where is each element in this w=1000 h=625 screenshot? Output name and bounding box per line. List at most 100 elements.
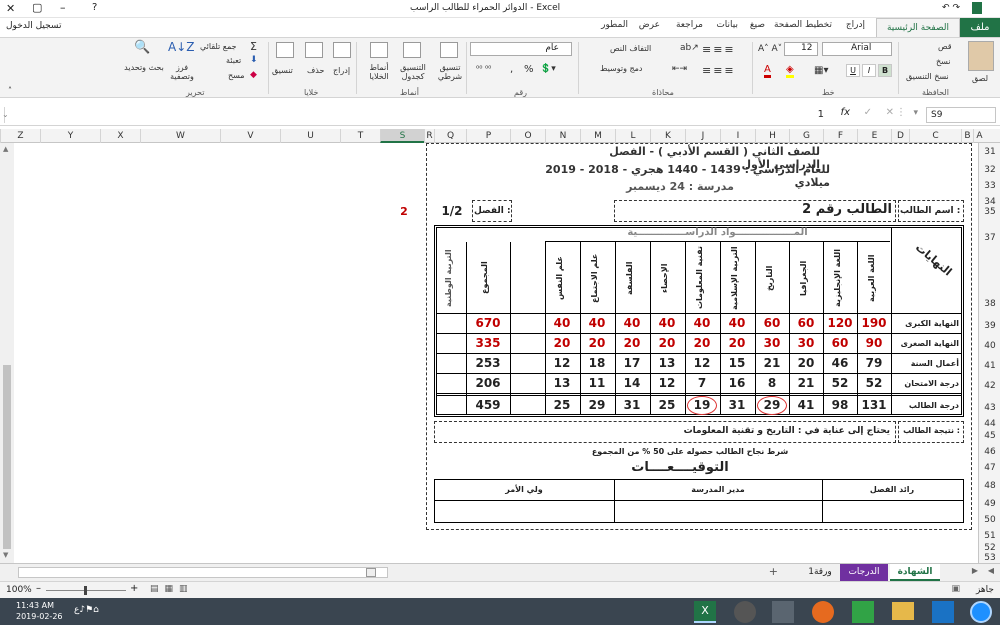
horizontal-scrollbar[interactable] xyxy=(18,567,388,578)
row-header[interactable]: 44 xyxy=(979,419,1000,429)
conditional-format-icon[interactable] xyxy=(440,42,458,58)
autosum-button[interactable]: جمع تلقائي xyxy=(200,42,237,51)
column-header[interactable]: K xyxy=(650,129,685,143)
insert-function-button[interactable]: fx xyxy=(841,107,850,118)
grade-cell[interactable]: 40 xyxy=(685,316,719,330)
sheet-tab-sheet1[interactable]: ورقة1 xyxy=(802,564,838,581)
start-icon[interactable] xyxy=(970,601,992,623)
row-header[interactable]: 53 xyxy=(979,553,1000,563)
grade-cell[interactable]: 190 xyxy=(857,316,891,330)
column-header[interactable]: H xyxy=(755,129,789,143)
store-icon[interactable] xyxy=(852,601,874,623)
grade-cell[interactable]: 21 xyxy=(789,376,823,390)
row-header[interactable]: 43 xyxy=(979,403,1000,413)
fill-button[interactable]: تعبئة xyxy=(226,56,241,65)
tab-review[interactable]: مراجعة xyxy=(676,20,703,30)
format-cells-icon[interactable] xyxy=(276,42,294,58)
grade-cell[interactable]: 98 xyxy=(823,398,857,412)
column-header[interactable]: U xyxy=(280,129,340,143)
border-icon[interactable]: ▦▾ xyxy=(814,65,828,76)
grade-cell[interactable]: 12 xyxy=(650,376,684,390)
clear-button[interactable]: مسح xyxy=(228,71,245,80)
grade-cell[interactable]: 14 xyxy=(615,376,649,390)
sheet-tab-grades[interactable]: الدرجات xyxy=(840,564,888,581)
row-header[interactable]: 45 xyxy=(979,431,1000,441)
grade-cell[interactable]: 20 xyxy=(615,336,649,350)
column-header[interactable]: W xyxy=(140,129,220,143)
currency-icon[interactable]: 💲▾ xyxy=(540,64,556,74)
cell-styles-button[interactable]: أنماط الخلايا xyxy=(360,63,398,81)
column-header[interactable]: D xyxy=(891,129,909,143)
column-header[interactable]: O xyxy=(510,129,545,143)
clear-icon[interactable]: ◆ xyxy=(250,70,257,80)
column-header[interactable]: R xyxy=(424,129,434,143)
name-box[interactable]: S9 xyxy=(926,107,996,123)
cancel-icon[interactable]: ✕ xyxy=(886,107,894,118)
grade-cell[interactable]: 20 xyxy=(789,356,823,370)
row-header[interactable]: 33 xyxy=(979,181,1000,191)
tray-icons[interactable]: ع♪⚑⌂ xyxy=(74,605,99,615)
grade-cell[interactable]: 31 xyxy=(615,398,649,412)
scroll-down-icon[interactable]: ▼ xyxy=(3,551,8,559)
tab-developer[interactable]: المطور xyxy=(601,20,628,30)
total-cell[interactable]: 206 xyxy=(466,376,510,390)
formula-input[interactable]: 1 xyxy=(4,107,828,123)
row-header[interactable]: 52 xyxy=(979,543,1000,553)
row-header[interactable]: 35 xyxy=(979,207,1000,217)
conditional-format-button[interactable]: تنسيق شرطي xyxy=(430,63,470,81)
grade-cell[interactable]: 20 xyxy=(650,336,684,350)
total-cell[interactable]: 459 xyxy=(466,398,510,412)
file-explorer-icon[interactable] xyxy=(892,602,914,620)
view-mode-icons[interactable]: ▤▦▥ xyxy=(150,584,194,594)
minimize-icon[interactable]: – xyxy=(60,1,66,14)
column-header[interactable]: X xyxy=(100,129,140,143)
ie-icon[interactable] xyxy=(932,601,954,623)
grade-cell[interactable]: 31 xyxy=(720,398,754,412)
grade-cell[interactable]: 25 xyxy=(650,398,684,412)
grade-cell[interactable]: 40 xyxy=(545,316,579,330)
format-table-icon[interactable] xyxy=(403,42,421,58)
tab-page-layout[interactable]: تخطيط الصفحة xyxy=(774,20,832,30)
row-header[interactable]: 32 xyxy=(979,165,1000,175)
insert-cells-button[interactable]: إدراج xyxy=(333,66,350,75)
grade-cell[interactable]: 7 xyxy=(685,376,719,390)
column-header[interactable]: L xyxy=(615,129,650,143)
autosum-icon[interactable]: Σ xyxy=(250,40,257,53)
wrap-text-button[interactable]: التفاف النص xyxy=(610,44,651,53)
percent-button[interactable]: % xyxy=(524,64,534,75)
grade-cell[interactable]: 13 xyxy=(545,376,579,390)
grade-cell[interactable]: 131 xyxy=(857,398,891,412)
grade-cell[interactable]: 21 xyxy=(755,356,789,370)
firefox-icon[interactable] xyxy=(812,601,834,623)
column-header[interactable]: F xyxy=(823,129,857,143)
orientation-icon[interactable]: ab↗ xyxy=(680,43,699,53)
format-table-button[interactable]: التنسيق كجدول xyxy=(393,63,433,81)
select-all-corner[interactable] xyxy=(985,129,1000,143)
grade-cell[interactable]: 17 xyxy=(615,356,649,370)
grade-cell[interactable]: 79 xyxy=(857,356,891,370)
tab-file[interactable]: ملف xyxy=(960,18,1000,37)
merge-center-button[interactable]: دمج وتوسيط xyxy=(600,64,643,73)
tab-view[interactable]: عرض xyxy=(639,20,660,30)
name-box-dropdown-icon[interactable]: ▾ xyxy=(913,108,918,118)
grade-cell[interactable]: 40 xyxy=(650,316,684,330)
grade-cell[interactable]: 52 xyxy=(823,376,857,390)
total-cell[interactable]: 253 xyxy=(466,356,510,370)
tab-formulas[interactable]: صيغ xyxy=(750,20,765,30)
sheet-nav-next-icon[interactable]: ▶ xyxy=(972,566,978,575)
indent-icon[interactable]: ⇤⇥ xyxy=(672,64,687,74)
zoom-in-icon[interactable]: + xyxy=(130,583,138,594)
grade-cell[interactable]: 60 xyxy=(823,336,857,350)
bold-button[interactable]: B xyxy=(878,64,892,77)
grade-cell[interactable]: 30 xyxy=(789,336,823,350)
comma-button[interactable]: , xyxy=(510,64,513,75)
grade-cell[interactable]: 25 xyxy=(545,398,579,412)
copy-button[interactable]: نسخ xyxy=(936,57,951,66)
row-header[interactable]: 39 xyxy=(979,321,1000,331)
grade-cell[interactable]: 120 xyxy=(823,316,857,330)
column-header[interactable]: C xyxy=(909,129,961,143)
font-name-box[interactable]: Arial xyxy=(822,42,892,56)
grade-cell[interactable]: 15 xyxy=(720,356,754,370)
column-header-selected[interactable]: S xyxy=(380,129,424,143)
sheet-nav-prev-icon[interactable]: ◀ xyxy=(988,566,994,575)
